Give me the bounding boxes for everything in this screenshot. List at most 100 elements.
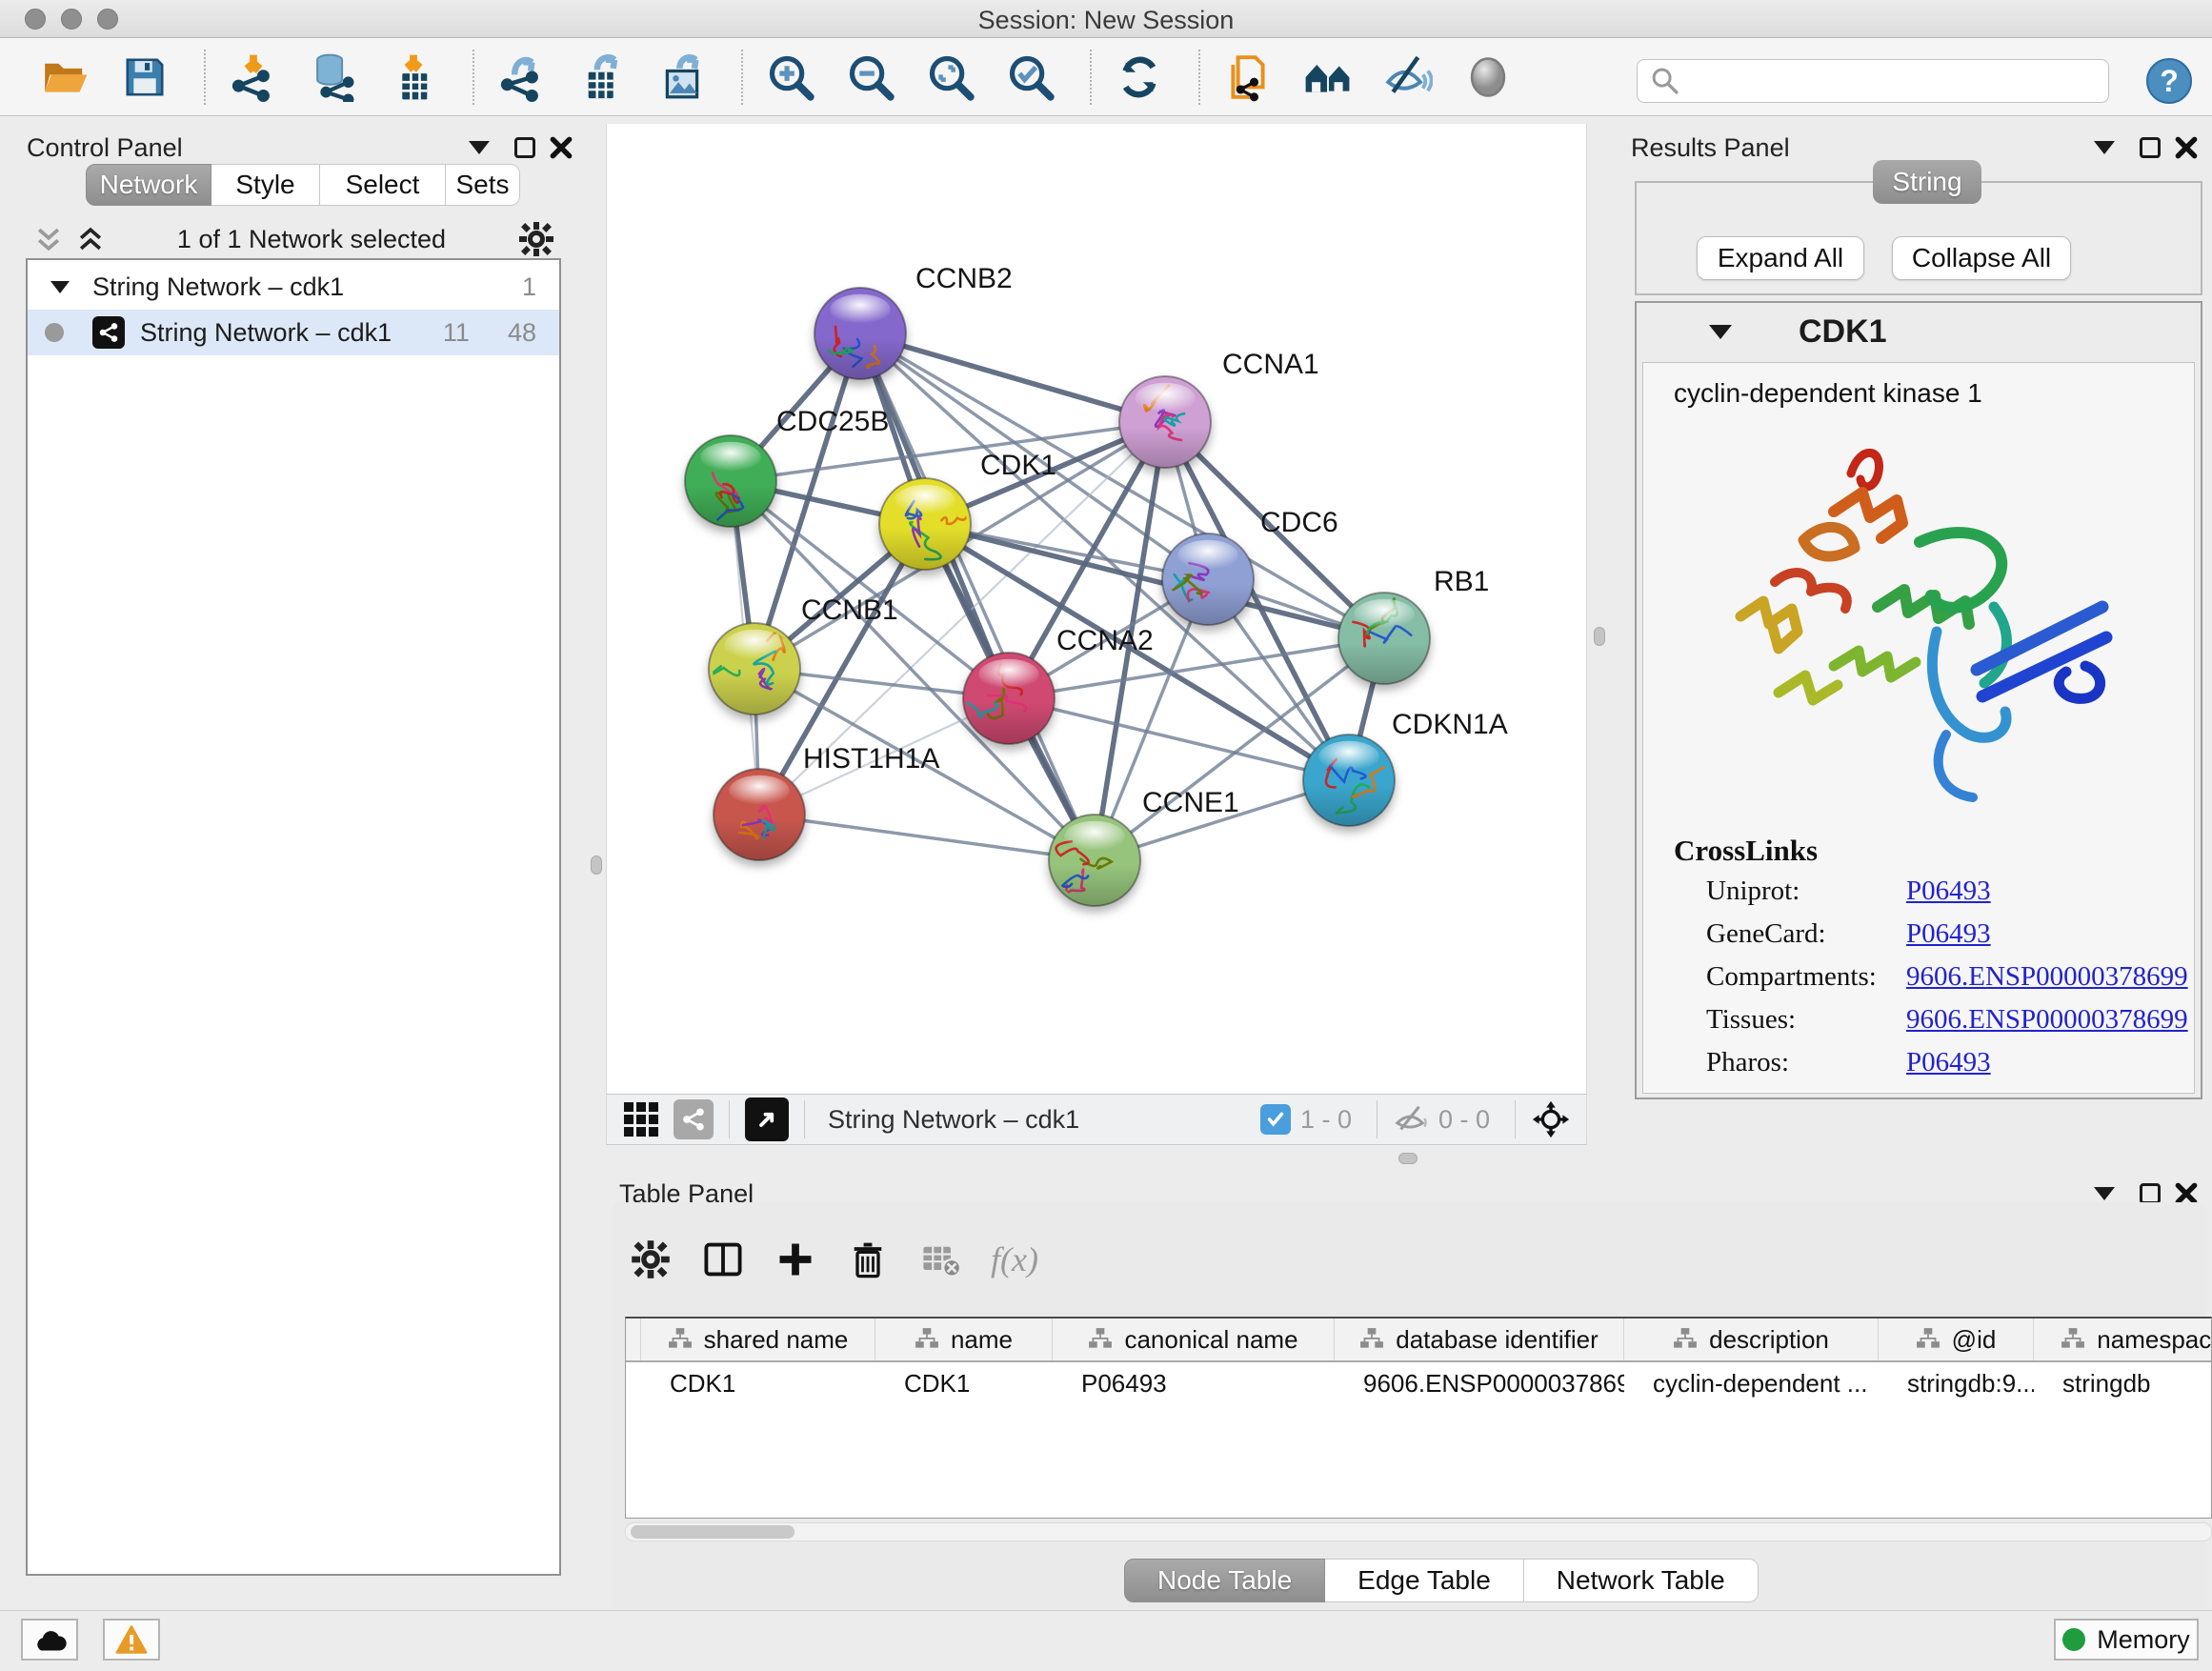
network-options-gear-icon[interactable] xyxy=(517,220,555,258)
results-panel-collapse-icon[interactable] xyxy=(2094,141,2115,154)
network-node[interactable] xyxy=(1303,735,1395,826)
column-header-name[interactable]: name xyxy=(875,1319,1053,1360)
expand-all-button[interactable]: Expand All xyxy=(1697,236,1864,280)
add-column-icon[interactable] xyxy=(774,1238,817,1281)
left-splitter-grip[interactable] xyxy=(591,856,602,875)
fit-selected-crosshair-icon[interactable] xyxy=(1531,1099,1571,1139)
right-splitter-grip[interactable] xyxy=(1594,627,1605,646)
table-cell[interactable]: 9606.ENSP00000378699 xyxy=(1335,1362,1624,1404)
table-row[interactable]: CDK1CDK1P064939606.ENSP00000378699cyclin… xyxy=(626,1362,2211,1404)
table-cell[interactable]: cyclin-dependent ... xyxy=(1624,1362,1879,1404)
tab-style[interactable]: Style xyxy=(211,164,320,206)
export-image-icon[interactable] xyxy=(655,50,709,104)
tab-string[interactable]: String xyxy=(1873,160,1981,204)
zoom-in-icon[interactable] xyxy=(764,50,817,104)
network-edge[interactable] xyxy=(860,333,1165,422)
column-header-canonical-name[interactable]: canonical name xyxy=(1053,1319,1335,1360)
control-panel-collapse-icon[interactable] xyxy=(469,141,490,154)
column-header-description[interactable]: description xyxy=(1624,1319,1879,1360)
tab-node-table[interactable]: Node Table xyxy=(1124,1559,1325,1602)
protein-card-header[interactable]: CDK1 xyxy=(1637,303,2201,360)
column-header-shared-name[interactable]: shared name xyxy=(641,1319,875,1360)
column-header--id[interactable]: @id xyxy=(1879,1319,2034,1360)
import-network-file-icon[interactable] xyxy=(227,50,280,104)
show-panel-eye-icon[interactable] xyxy=(1461,50,1515,104)
tab-sets[interactable]: Sets xyxy=(446,164,520,206)
tab-network-table[interactable]: Network Table xyxy=(1524,1559,1759,1602)
search-input[interactable] xyxy=(1681,67,2108,96)
export-network-icon[interactable] xyxy=(495,50,549,104)
network-edge[interactable] xyxy=(1009,698,1349,780)
network-node[interactable] xyxy=(709,623,800,715)
crosslink-link[interactable]: 9606.ENSP00000378699 xyxy=(1906,1004,2188,1036)
table-cell[interactable]: CDK1 xyxy=(875,1362,1053,1404)
tab-edge-table[interactable]: Edge Table xyxy=(1325,1559,1524,1602)
zoom-selected-icon[interactable] xyxy=(1004,50,1057,104)
function-builder-fx[interactable]: f(x) xyxy=(991,1239,1038,1279)
string-home-icon[interactable] xyxy=(1301,50,1355,104)
node-table[interactable]: shared namenamecanonical namedatabase id… xyxy=(625,1317,2212,1519)
crosslink-link[interactable]: 9606.ENSP00000378699 xyxy=(1906,961,2188,993)
column-header-database-identifier[interactable]: database identifier xyxy=(1335,1319,1624,1360)
crosslink-link[interactable]: P06493 xyxy=(1906,918,1991,950)
column-header-namespace[interactable]: namespace xyxy=(2034,1319,2212,1360)
network-node[interactable] xyxy=(1119,376,1211,468)
crosslink-link[interactable]: P06493 xyxy=(1906,1047,1991,1078)
cloud-status-button[interactable] xyxy=(21,1619,78,1661)
network-svg[interactable]: CCNB2CCNA1CDC25BCDK1CDC6RB1CCNB1CCNA2CDK… xyxy=(613,124,1580,1094)
table-cell[interactable]: CDK1 xyxy=(641,1362,875,1404)
warning-status-button[interactable] xyxy=(103,1619,160,1661)
network-node[interactable] xyxy=(685,435,776,527)
export-table-icon[interactable] xyxy=(575,50,629,104)
import-network-database-icon[interactable] xyxy=(307,50,360,104)
zoom-fit-icon[interactable] xyxy=(924,50,977,104)
table-scrollbar-thumb[interactable] xyxy=(631,1525,794,1539)
table-panel-float-icon[interactable] xyxy=(2140,1183,2161,1204)
network-node[interactable] xyxy=(1049,815,1140,906)
share-document-icon[interactable] xyxy=(1221,50,1275,104)
refresh-layout-icon[interactable] xyxy=(1113,50,1166,104)
network-node[interactable] xyxy=(814,288,906,379)
save-session-icon[interactable] xyxy=(118,50,171,104)
network-tree-root-row[interactable]: String Network – cdk1 1 xyxy=(28,264,559,310)
table-horizontal-scrollbar[interactable] xyxy=(625,1522,2212,1541)
selected-checkbox-icon[interactable] xyxy=(1260,1104,1291,1135)
hidden-eye-slash-icon[interactable] xyxy=(1393,1101,1429,1137)
grid-view-icon[interactable] xyxy=(622,1100,660,1138)
network-edge[interactable] xyxy=(759,815,1095,860)
delete-column-icon[interactable] xyxy=(846,1238,890,1281)
expand-all-chevron-icon[interactable] xyxy=(33,224,64,254)
collapse-all-button[interactable]: Collapse All xyxy=(1892,236,2071,280)
help-button[interactable]: ? xyxy=(2146,58,2192,104)
protein-collapse-caret-icon[interactable] xyxy=(1709,325,1732,339)
import-table-icon[interactable] xyxy=(387,50,440,104)
control-panel-float-icon[interactable] xyxy=(514,137,535,158)
results-panel-close-icon[interactable] xyxy=(2174,135,2199,160)
collapse-all-chevron-icon[interactable] xyxy=(75,224,106,254)
network-node[interactable] xyxy=(963,653,1055,744)
tab-network[interactable]: Network xyxy=(86,164,211,206)
crosslink-link[interactable]: P06493 xyxy=(1906,876,1991,907)
table-cell[interactable]: stringdb:9... xyxy=(1879,1362,2034,1404)
network-node[interactable] xyxy=(1162,534,1254,625)
search-field[interactable] xyxy=(1637,59,2109,103)
network-tree-child-row[interactable]: String Network – cdk1 11 48 xyxy=(28,310,559,355)
table-options-gear-icon[interactable] xyxy=(629,1238,673,1281)
open-session-icon[interactable] xyxy=(38,50,91,104)
network-node[interactable] xyxy=(1338,593,1430,684)
memory-button[interactable]: Memory xyxy=(2054,1619,2199,1661)
results-panel-float-icon[interactable] xyxy=(2140,137,2161,158)
tree-expand-caret-icon[interactable] xyxy=(50,281,70,293)
hide-panel-eye-slash-icon[interactable] xyxy=(1381,50,1435,104)
network-view-icon[interactable] xyxy=(674,1099,714,1139)
network-node[interactable] xyxy=(879,478,971,570)
zoom-out-icon[interactable] xyxy=(844,50,897,104)
table-cell[interactable]: stringdb xyxy=(2034,1362,2212,1404)
control-panel-close-icon[interactable] xyxy=(549,135,573,160)
network-node[interactable] xyxy=(714,769,805,860)
table-cell[interactable]: P06493 xyxy=(1053,1362,1335,1404)
table-panel-collapse-icon[interactable] xyxy=(2094,1187,2115,1200)
bottom-splitter-grip[interactable] xyxy=(1398,1153,1418,1164)
tab-select[interactable]: Select xyxy=(320,164,446,206)
show-columns-icon[interactable] xyxy=(701,1238,745,1281)
